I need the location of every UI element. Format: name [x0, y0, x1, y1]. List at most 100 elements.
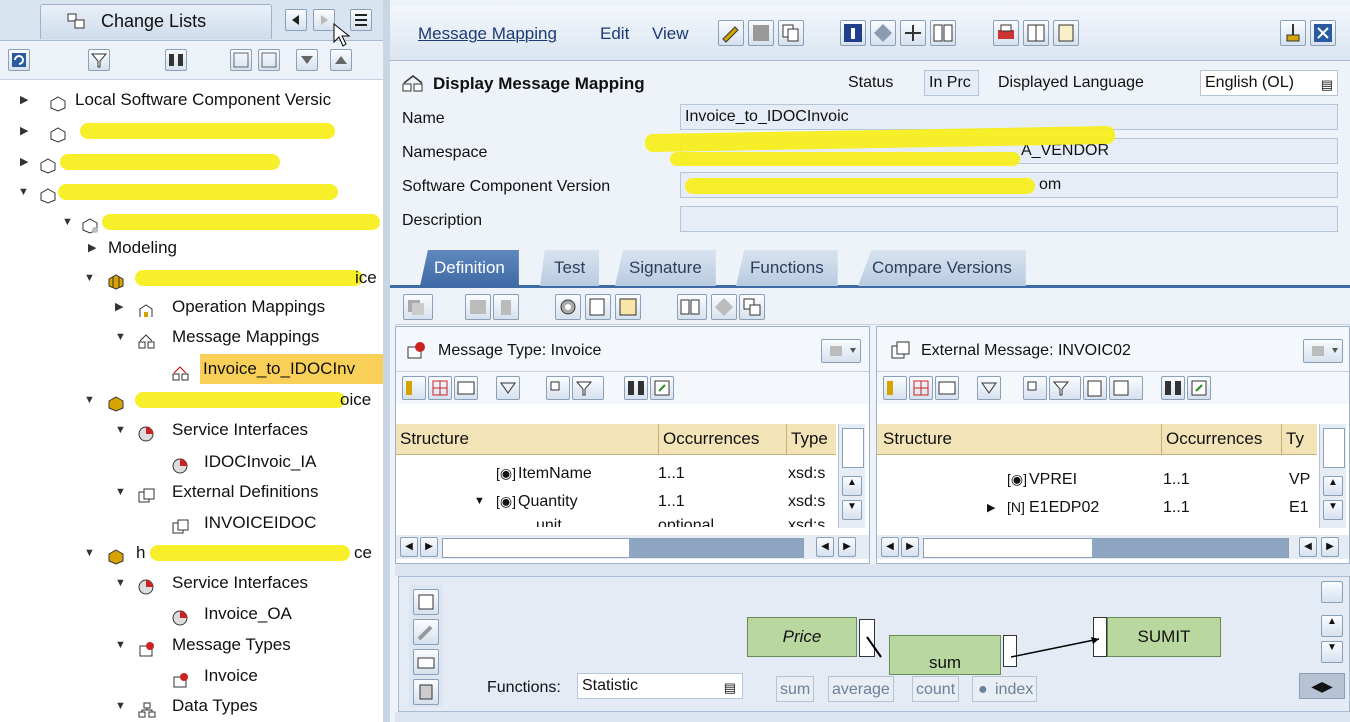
search-button[interactable] — [1161, 376, 1185, 400]
pin-button[interactable] — [1280, 20, 1306, 46]
print-button[interactable] — [993, 20, 1019, 46]
scrollbar-thumb[interactable] — [1323, 428, 1345, 468]
tree-item-invoiceidoc[interactable]: INVOICEIDOC — [0, 508, 383, 538]
layout-toggle-button[interactable] — [403, 294, 433, 320]
tree-item-namespace-1[interactable]: ▼ ice — [0, 263, 383, 293]
tree-item-external-definitions[interactable]: ▼ External Definitions — [0, 477, 383, 507]
scrollbar-thumb[interactable] — [629, 539, 803, 557]
tree-item-local-swcv[interactable]: ▶ Local Software Component Versic — [0, 85, 383, 115]
grid-view-button[interactable] — [909, 376, 933, 400]
scroll-down-button[interactable]: ▼ — [842, 500, 862, 520]
tree-view-button[interactable] — [402, 376, 426, 400]
source-view-button[interactable] — [454, 376, 478, 400]
nav-back-button[interactable] — [285, 9, 307, 31]
scroll-down-button[interactable]: ▼ — [1323, 500, 1343, 520]
function-button-sum[interactable]: sum — [776, 676, 815, 702]
column-header-type[interactable]: Type — [786, 424, 828, 454]
bottom-splitter[interactable] — [395, 712, 1350, 722]
tree-item-message-types[interactable]: ▼ Message Types — [0, 630, 383, 660]
tab-compare-versions[interactable]: Compare Versions — [858, 250, 1026, 286]
scrollbar-thumb[interactable] — [1321, 581, 1343, 603]
scrollbar-thumb[interactable] — [1092, 539, 1288, 557]
description-field[interactable] — [680, 206, 1338, 232]
tree-item-service-interfaces-1[interactable]: ▼ Service Interfaces — [0, 415, 383, 445]
table-row[interactable]: [◉] ItemName 1..1 xsd:s — [396, 461, 836, 489]
function-button-average[interactable]: average — [828, 676, 894, 702]
properties-button[interactable] — [555, 294, 581, 320]
menu-message-mapping[interactable]: Message Mapping — [418, 24, 557, 44]
scroll-down-button[interactable]: ▼ — [1321, 641, 1343, 663]
scrollbar-thumb[interactable] — [842, 428, 864, 468]
table-row[interactable]: unit optional xsd:s — [396, 517, 836, 527]
history-button[interactable] — [1053, 20, 1079, 46]
column-header-occurrences[interactable]: Occurrences — [1161, 424, 1262, 454]
table-row[interactable]: [◉] VPREI 1..1 VP — [877, 467, 1317, 495]
tree-item-namespace-2[interactable]: ▼ oice — [0, 385, 383, 415]
info-button[interactable] — [840, 20, 866, 46]
tree-item-service-interfaces-2[interactable]: ▼ Service Interfaces — [0, 568, 383, 598]
column-header-structure[interactable]: Structure — [883, 424, 952, 454]
delete-button[interactable] — [493, 294, 519, 320]
tree-item-idocinvoic-ia[interactable]: IDOCInvoic_IA — [0, 447, 383, 477]
nav-menu-button[interactable] — [350, 9, 372, 31]
compare-button[interactable] — [930, 20, 956, 46]
filter-down-button[interactable] — [496, 376, 520, 400]
text-preview-button[interactable] — [1083, 376, 1107, 400]
tree-view-button[interactable] — [883, 376, 907, 400]
function-palette-scroll[interactable]: ◀▶ — [1299, 673, 1345, 699]
where-used-button[interactable] — [900, 20, 926, 46]
target-pane-menu-button[interactable] — [1303, 339, 1343, 363]
filter-dropdown-button[interactable] — [1049, 376, 1081, 400]
scroll-right-button[interactable]: ▶ — [1321, 537, 1339, 557]
move-up-button[interactable] — [330, 49, 352, 71]
table-row[interactable]: ▶ [N] E1EDP02 1..1 E1 — [877, 495, 1317, 523]
scroll-right-button[interactable]: ▶ — [420, 537, 438, 557]
menu-view[interactable]: View — [652, 24, 689, 44]
displayed-language-select[interactable]: English (OL) ▤ — [1200, 70, 1338, 96]
tree-item-swcv-vendor[interactable]: ▼ — [0, 177, 383, 207]
source-view-button[interactable] — [935, 376, 959, 400]
collapse-all-button[interactable] — [258, 49, 280, 71]
tree-item-message-mappings[interactable]: ▼ Message Mappings — [0, 322, 383, 352]
export-dropdown-button[interactable] — [1109, 376, 1143, 400]
tree-item-swcv-2[interactable]: ▶ — [0, 116, 383, 146]
attribute-button[interactable] — [546, 376, 570, 400]
tree-item-data-types[interactable]: ▼ Data Types — [0, 691, 383, 721]
layout-button[interactable] — [1023, 20, 1049, 46]
target-vertical-scrollbar[interactable]: ▲ ▼ — [1319, 424, 1346, 528]
filter-button[interactable] — [88, 49, 110, 71]
scroll-up-button[interactable]: ▲ — [1323, 476, 1343, 496]
scroll-right-button[interactable]: ▶ — [838, 537, 856, 557]
menu-edit[interactable]: Edit — [600, 24, 629, 44]
scroll-left-button[interactable]: ◀ — [881, 537, 899, 557]
close-button[interactable] — [1310, 20, 1336, 46]
move-button[interactable] — [711, 294, 737, 320]
splitter-bar[interactable] — [395, 564, 1350, 576]
column-header-type[interactable]: Ty — [1281, 424, 1304, 454]
tree-item-swcv-3[interactable]: ▶ — [0, 147, 383, 177]
tab-change-lists[interactable]: Change Lists — [40, 4, 272, 39]
scroll-up-button[interactable]: ▲ — [1321, 615, 1343, 637]
scroll-left-button[interactable]: ◀ — [400, 537, 418, 557]
editor-vertical-scrollbar[interactable]: ▲ ▼ — [1319, 581, 1345, 673]
source-horizontal-scrollbar[interactable]: ◀ ▶ ◀ ▶ — [396, 535, 869, 559]
toggle-source-button[interactable] — [465, 294, 491, 320]
tab-functions[interactable]: Functions — [736, 250, 838, 286]
target-horizontal-scrollbar[interactable]: ◀ ▶ ◀ ▶ — [877, 535, 1349, 559]
refresh-button[interactable] — [8, 49, 30, 71]
search-button[interactable] — [624, 376, 648, 400]
tree-item-invoice[interactable]: Invoice — [0, 661, 383, 691]
tree-item-namespace-3[interactable]: ▼ h ce — [0, 538, 383, 568]
name-field[interactable]: Invoice_to_IDOCInvoic — [680, 104, 1338, 130]
function-button-index[interactable]: ● index — [972, 676, 1038, 702]
dependencies-button[interactable] — [677, 294, 707, 320]
check-button[interactable] — [870, 20, 896, 46]
edit-pencil-button[interactable] — [718, 20, 744, 46]
tree-item-invoice-to-idoc[interactable]: Invoice_to_IDOCInv — [0, 354, 383, 384]
tab-definition[interactable]: Definition — [420, 250, 519, 286]
panel-button[interactable] — [615, 294, 641, 320]
jump-button[interactable] — [650, 376, 674, 400]
tree-item-modeling[interactable]: ▶ Modeling — [0, 233, 383, 263]
scroll-left-button[interactable]: ◀ — [1299, 537, 1317, 557]
expand-all-button[interactable] — [230, 49, 252, 71]
